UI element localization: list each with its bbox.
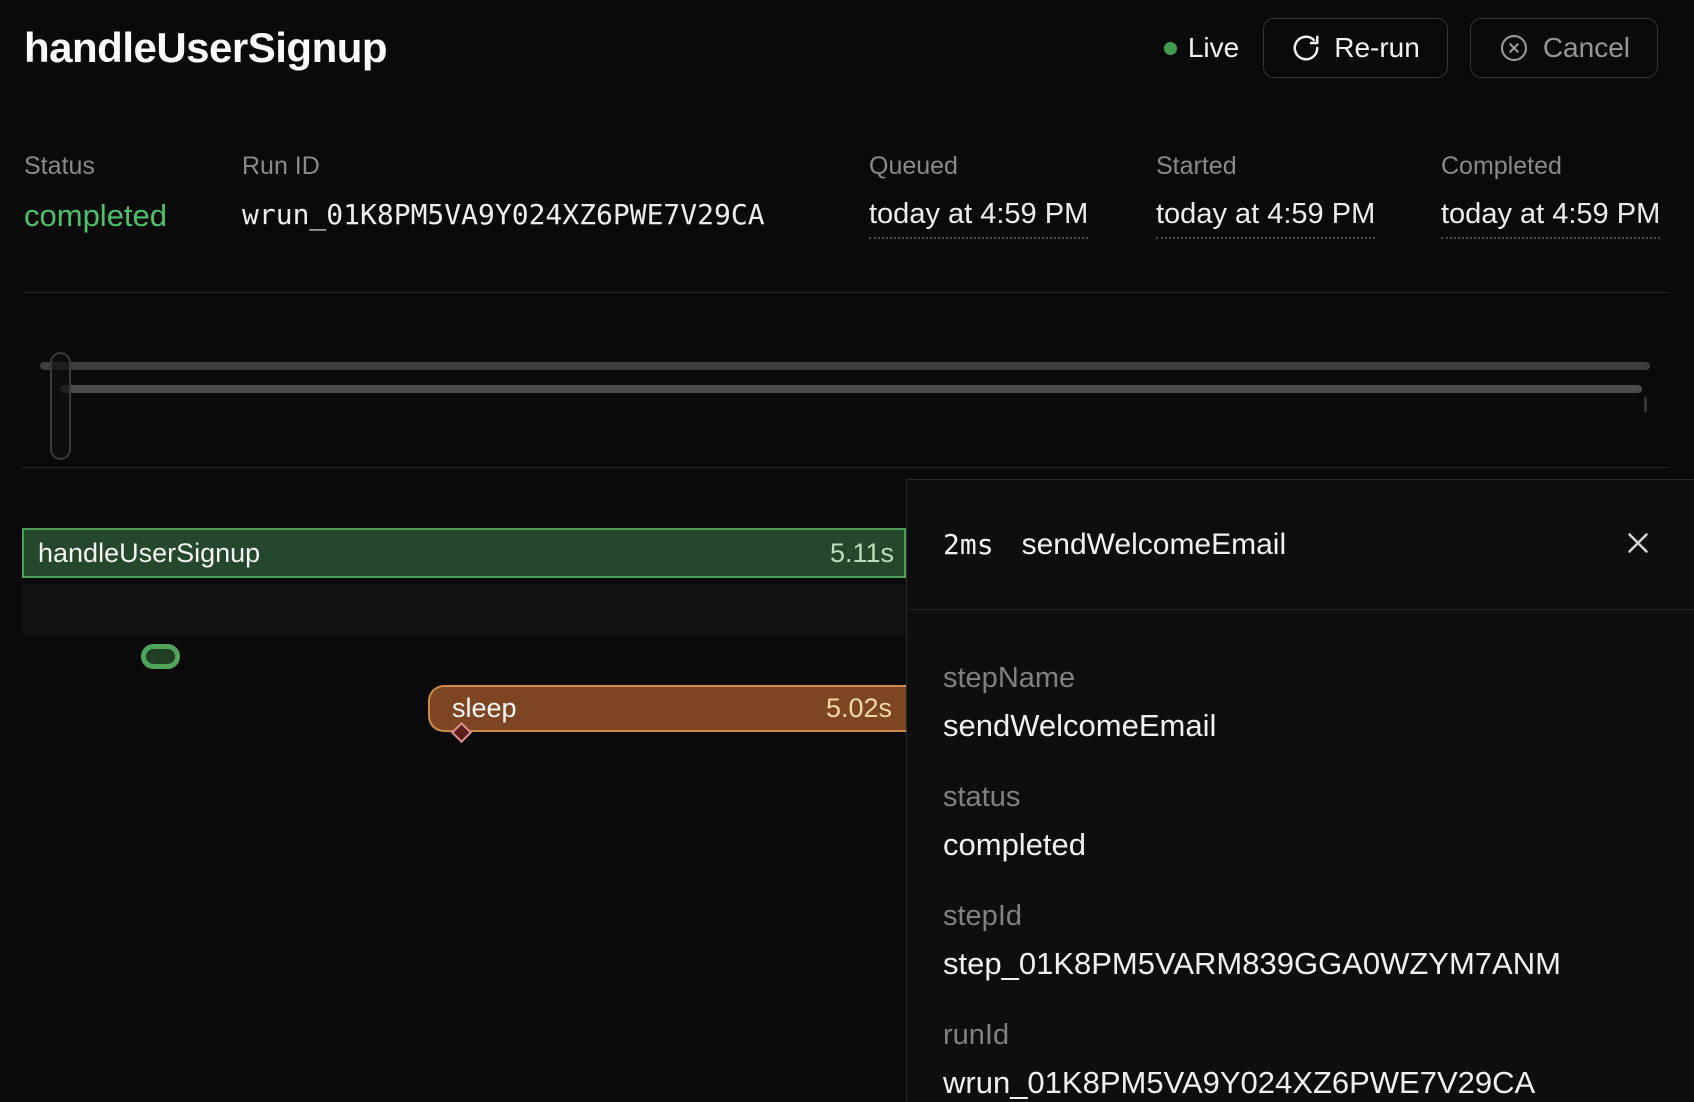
cancel-button[interactable]: Cancel [1470, 18, 1658, 78]
run-metadata: Status completed Run ID wrun_01K8PM5VA9Y… [24, 152, 1670, 239]
cancel-button-label: Cancel [1543, 32, 1630, 64]
workflow-run-page: handleUserSignup Live Re-run [0, 0, 1694, 1102]
field-value: sendWelcomeEmail [943, 708, 1658, 744]
refresh-icon [1291, 33, 1321, 63]
span-name: sleep [430, 693, 517, 724]
panel-header: 2ms sendWelcomeEmail [907, 480, 1694, 610]
page-title: handleUserSignup [24, 24, 387, 72]
live-label: Live [1188, 32, 1239, 64]
waterfall-row-stripe [22, 584, 906, 636]
panel-field-status: status completed [943, 781, 1658, 863]
circle-x-icon [1498, 32, 1530, 64]
panel-field-runId: runId wrun_01K8PM5VA9Y024XZ6PWE7V29CA [943, 1019, 1658, 1101]
minimap-brush-handle[interactable] [50, 352, 71, 460]
divider [22, 467, 1670, 468]
meta-started-label: Started [1156, 152, 1441, 181]
started-time[interactable]: today at 4:59 PM [1156, 198, 1375, 239]
span-sleep[interactable]: sleep 5.02s [428, 685, 906, 732]
meta-started: Started today at 4:59 PM [1156, 152, 1441, 239]
live-dot-icon [1164, 42, 1177, 55]
live-indicator: Live [1164, 32, 1239, 64]
span-sendWelcomeEmail-pill[interactable] [141, 644, 180, 669]
field-value: wrun_01K8PM5VA9Y024XZ6PWE7V29CA [943, 1065, 1658, 1101]
panel-field-stepName: stepName sendWelcomeEmail [943, 662, 1658, 744]
panel-field-stepId: stepId step_01K8PM5VARM839GGA0WZYM7ANM [943, 900, 1658, 982]
span-name: handleUserSignup [24, 538, 260, 569]
panel-close-button[interactable] [1618, 525, 1658, 565]
meta-queued-label: Queued [869, 152, 1156, 181]
field-value: completed [943, 827, 1658, 863]
meta-run-id-label: Run ID [242, 152, 869, 181]
minimap-span-sleep [60, 385, 1642, 393]
step-detail-panel: 2ms sendWelcomeEmail stepName sendWelcom… [906, 479, 1694, 1102]
top-controls: Live Re-run Cancel [1164, 18, 1658, 78]
close-icon [1621, 526, 1655, 563]
field-label: runId [943, 1019, 1658, 1052]
meta-status-label: Status [24, 152, 242, 181]
divider [24, 292, 1670, 293]
meta-completed: Completed today at 4:59 PM [1441, 152, 1660, 239]
status-badge: completed [24, 198, 242, 234]
meta-completed-label: Completed [1441, 152, 1660, 181]
rerun-button[interactable]: Re-run [1263, 18, 1448, 78]
meta-status: Status completed [24, 152, 242, 239]
meta-queued: Queued today at 4:59 PM [869, 152, 1156, 239]
span-handleUserSignup[interactable]: handleUserSignup 5.11s [22, 528, 906, 578]
field-label: stepName [943, 662, 1658, 695]
field-label: stepId [943, 900, 1658, 933]
queued-time[interactable]: today at 4:59 PM [869, 198, 1088, 239]
span-duration: 5.11s [830, 538, 904, 569]
panel-step-duration: 2ms [943, 528, 994, 561]
completed-time[interactable]: today at 4:59 PM [1441, 198, 1660, 239]
minimap-span-root [40, 362, 1650, 370]
run-id-value: wrun_01K8PM5VA9Y024XZ6PWE7V29CA [242, 198, 869, 231]
rerun-button-label: Re-run [1334, 32, 1420, 64]
minimap-right-tick [1644, 397, 1647, 412]
panel-step-title: sendWelcomeEmail [1022, 528, 1287, 562]
span-duration: 5.02s [826, 693, 906, 724]
panel-body: stepName sendWelcomeEmail status complet… [907, 610, 1694, 1101]
top-bar: handleUserSignup Live Re-run [24, 0, 1658, 96]
field-value: step_01K8PM5VARM839GGA0WZYM7ANM [943, 946, 1658, 982]
field-label: status [943, 781, 1658, 814]
meta-run-id: Run ID wrun_01K8PM5VA9Y024XZ6PWE7V29CA [242, 152, 869, 239]
